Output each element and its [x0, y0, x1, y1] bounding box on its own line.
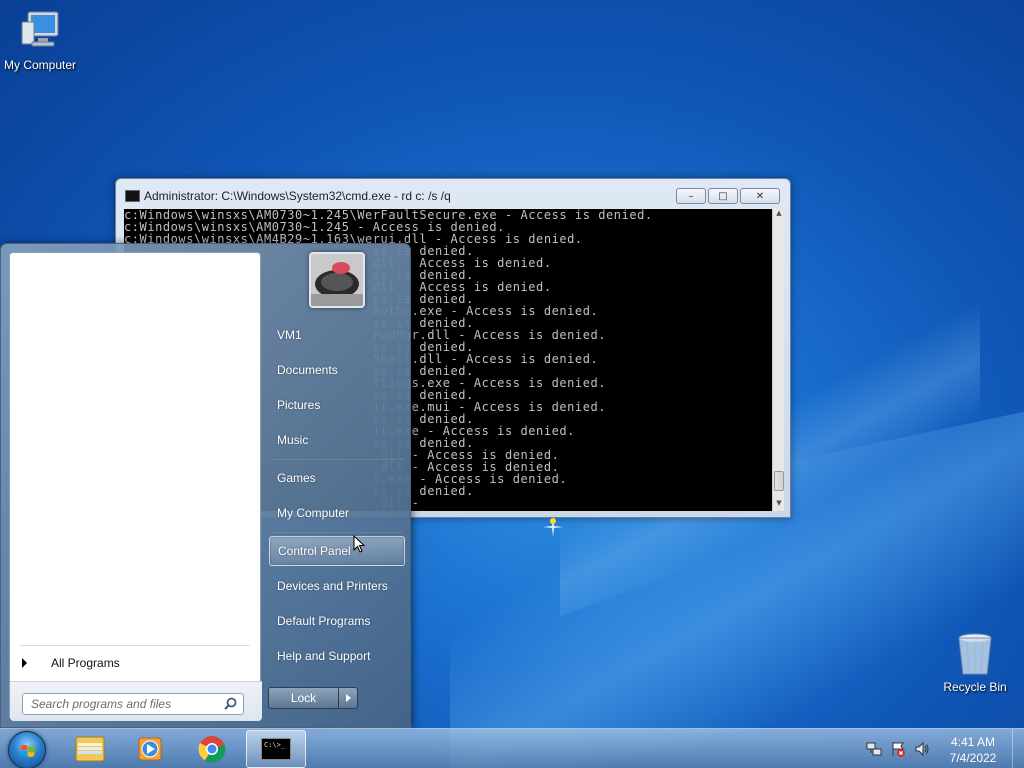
divider: [20, 645, 250, 646]
lock-button[interactable]: Lock: [268, 687, 358, 709]
cmd-icon: C:\>_: [261, 738, 291, 760]
desktop-icon-label: My Computer: [3, 58, 77, 72]
start-item-music[interactable]: Music: [269, 425, 405, 455]
taskbar-explorer-button[interactable]: [60, 730, 120, 768]
start-item-devices-and-printers[interactable]: Devices and Printers: [269, 571, 405, 601]
taskbar-chrome-button[interactable]: [182, 730, 242, 768]
desktop-icon-recycle-bin[interactable]: Recycle Bin: [935, 630, 1015, 694]
network-icon[interactable]: [866, 741, 882, 757]
shutdown-options-arrow-icon[interactable]: [339, 688, 357, 708]
window-controls: – □ ✕: [676, 188, 780, 204]
close-button[interactable]: ✕: [740, 188, 780, 204]
action-center-icon[interactable]: [890, 741, 906, 757]
minimize-button[interactable]: –: [676, 188, 706, 204]
lock-label: Lock: [269, 688, 339, 708]
wallpaper-sparkle-icon: [543, 517, 563, 537]
scroll-thumb[interactable]: [774, 471, 784, 491]
system-clock[interactable]: 4:41 AM 7/4/2022: [940, 734, 1006, 766]
all-programs-button[interactable]: All Programs: [20, 651, 250, 675]
start-item-documents[interactable]: Documents: [269, 355, 405, 385]
show-desktop-button[interactable]: [1012, 729, 1024, 768]
desktop-icon-label: Recycle Bin: [943, 680, 1007, 694]
explorer-folder-icon: [75, 736, 105, 762]
recycle-bin-icon: [951, 630, 999, 678]
divider: [271, 532, 403, 533]
start-item-default-programs[interactable]: Default Programs: [269, 606, 405, 636]
taskbar-media-player-button[interactable]: [120, 730, 180, 768]
clock-date: 7/4/2022: [949, 751, 997, 765]
start-item-pictures[interactable]: Pictures: [269, 390, 405, 420]
search-placeholder: Search programs and files: [31, 697, 172, 711]
taskbar-cmd-button[interactable]: C:\>_: [246, 730, 306, 768]
scroll-up-arrow-icon[interactable]: ▲: [773, 209, 785, 221]
volume-icon[interactable]: [914, 741, 930, 757]
scroll-down-arrow-icon[interactable]: ▼: [773, 499, 785, 511]
mouse-cursor-icon: [353, 535, 365, 553]
clock-time: 4:41 AM: [950, 735, 996, 749]
taskbar: C:\>_ 4:41 AM 7/4/2022: [0, 728, 1024, 768]
divider: [271, 459, 403, 460]
search-area: Search programs and files: [10, 681, 262, 721]
user-avatar[interactable]: [309, 252, 365, 308]
start-item-help-and-support[interactable]: Help and Support: [269, 641, 405, 671]
start-item-my-computer[interactable]: My Computer: [269, 498, 405, 528]
cmd-window-title: Administrator: C:\Windows\System32\cmd.e…: [144, 189, 451, 203]
start-item-user[interactable]: VM1: [269, 320, 405, 350]
console-scrollbar[interactable]: ▲ ▼: [772, 209, 784, 511]
all-programs-label: All Programs: [51, 656, 120, 670]
media-player-icon: [138, 737, 162, 761]
maximize-button[interactable]: □: [708, 188, 738, 204]
cmd-icon-text: C:\>_: [264, 741, 286, 749]
start-button[interactable]: [8, 731, 46, 768]
cmd-window-icon: [125, 190, 140, 202]
windows-logo-icon: [20, 745, 35, 757]
search-input[interactable]: Search programs and files: [22, 693, 244, 715]
chrome-icon: [198, 736, 226, 763]
start-item-control-panel[interactable]: Control Panel: [269, 536, 405, 566]
start-item-games[interactable]: Games: [269, 463, 405, 493]
start-menu-programs-pane: All Programs Search programs and files: [9, 252, 262, 721]
start-menu: All Programs Search programs and files V…: [0, 243, 411, 728]
search-icon[interactable]: [224, 697, 237, 710]
computer-icon: [16, 8, 64, 56]
triangle-right-icon: [22, 658, 27, 668]
desktop-icon-my-computer[interactable]: My Computer: [0, 8, 80, 72]
